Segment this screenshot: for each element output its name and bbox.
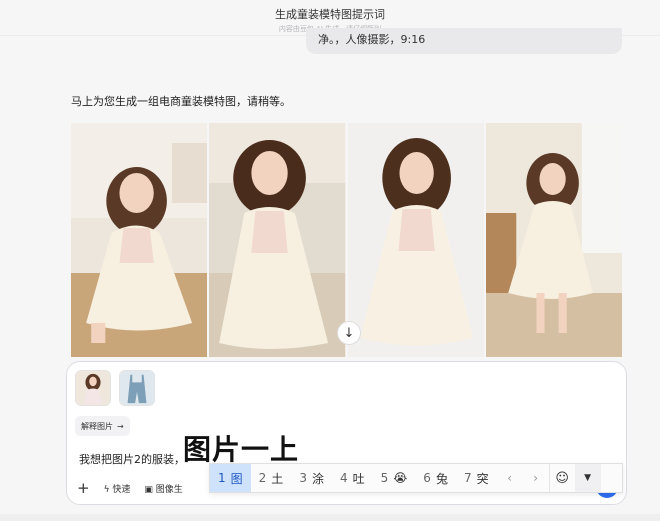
attachment-dress-photo[interactable] xyxy=(75,370,111,406)
ime-candidate-2[interactable]: 2 土 xyxy=(251,464,292,492)
ime-candidate-bar: 1 图 2 土 3 涂 4 吐 5 😭 6 兔 7 突 ‹ › ☺ ▼ xyxy=(209,463,623,493)
candidate-number: 4 xyxy=(339,471,348,485)
add-attachment-button[interactable]: + xyxy=(77,479,90,497)
image-icon: ▣ xyxy=(144,484,153,495)
candidate-number: 6 xyxy=(423,471,431,485)
candidate-number: 3 xyxy=(299,471,307,485)
explain-image-label: 解释图片 xyxy=(81,421,113,431)
candidate-text: 突 xyxy=(476,471,489,486)
image-generation-label: 图像生 xyxy=(155,484,183,495)
generated-image-2[interactable] xyxy=(209,123,346,357)
candidate-text: 吐 xyxy=(352,471,365,486)
ime-expand-icon[interactable]: ▼ xyxy=(574,464,601,492)
ime-next-page-icon[interactable]: › xyxy=(523,464,549,492)
candidate-text: 土 xyxy=(271,471,284,486)
ime-candidate-1[interactable]: 1 图 xyxy=(210,464,251,492)
candidate-text: 涂 xyxy=(311,471,324,486)
generated-image-3[interactable] xyxy=(347,123,484,357)
ime-candidate-5[interactable]: 5 😭 xyxy=(373,464,416,492)
assistant-reply: 马上为您生成一组电商童装模特图，请稍等。 xyxy=(71,95,291,108)
candidate-text: 兔 xyxy=(435,471,448,486)
message-input[interactable]: 我想把图片2的服装， xyxy=(79,451,185,467)
ime-candidate-6[interactable]: 6 兔 xyxy=(415,464,456,492)
generated-image-4[interactable] xyxy=(485,123,622,357)
candidate-number: 7 xyxy=(463,471,472,485)
bolt-icon: ϟ xyxy=(103,484,110,495)
composer-toolbar: + ϟ 快速 ▣ 图像生 xyxy=(77,479,183,497)
previous-user-message: 净。，人像摄影，9:16 xyxy=(306,28,622,54)
ime-candidate-4[interactable]: 4 吐 xyxy=(332,464,373,492)
previous-message-text: 净。，人像摄影，9:16 xyxy=(318,33,426,46)
candidate-text: 图 xyxy=(230,471,243,486)
ime-composition-text: 图片一上 xyxy=(183,433,300,466)
quick-mode-button[interactable]: ϟ 快速 xyxy=(104,482,131,495)
ime-candidate-3[interactable]: 3 涂 xyxy=(291,464,332,492)
ime-prev-page-icon[interactable]: ‹ xyxy=(497,464,523,492)
candidate-number: 1 xyxy=(218,471,226,485)
candidate-text: 😭 xyxy=(393,471,408,485)
generated-image-1[interactable] xyxy=(71,123,208,357)
candidate-number: 2 xyxy=(258,471,267,485)
arrow-down-icon: ↓ xyxy=(343,325,355,341)
explain-image-button[interactable]: 解释图片 → xyxy=(75,416,130,436)
ime-emoji-icon[interactable]: ☺ xyxy=(548,464,575,492)
candidate-number: 5 xyxy=(380,471,389,485)
bottom-edge xyxy=(0,514,660,521)
arrow-right-icon: → xyxy=(117,421,124,431)
scroll-to-bottom-button[interactable]: ↓ xyxy=(337,321,361,345)
quick-mode-label: 快速 xyxy=(112,484,131,495)
ime-candidate-7[interactable]: 7 突 xyxy=(456,464,497,492)
attachment-overalls-photo[interactable] xyxy=(119,370,155,406)
page-title: 生成童装模特图提示词 xyxy=(275,8,385,21)
image-generation-button[interactable]: ▣ 图像生 xyxy=(144,482,182,495)
